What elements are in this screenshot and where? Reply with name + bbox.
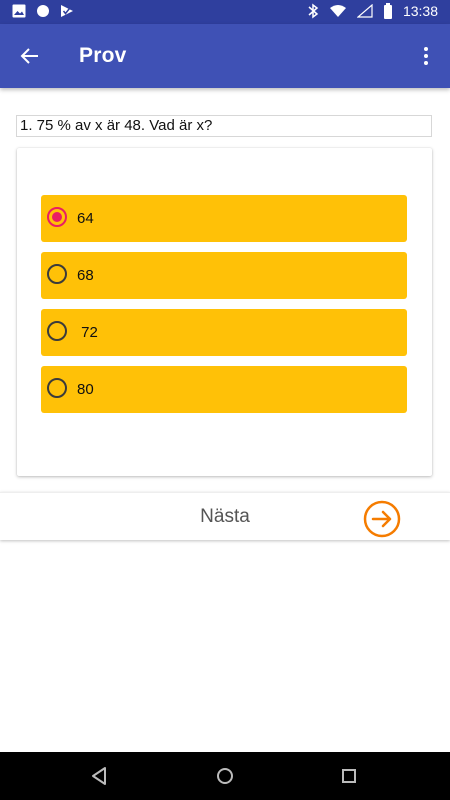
back-triangle-icon[interactable] (88, 764, 112, 788)
radio-button[interactable] (47, 264, 67, 284)
status-time: 13:38 (402, 3, 438, 19)
battery-icon (383, 3, 392, 19)
status-right: 13:38 (307, 3, 438, 19)
option-64[interactable]: 64 (41, 195, 407, 242)
option-80[interactable]: 80 (41, 366, 407, 413)
more-vert-icon (424, 47, 428, 65)
overflow-menu-button[interactable] (410, 40, 442, 72)
option-label: 80 (77, 381, 94, 398)
signal-icon (356, 4, 373, 18)
answer-card: 64 68 72 80 (17, 148, 432, 476)
back-button[interactable] (14, 40, 46, 72)
app-bar: Prov (0, 24, 450, 88)
home-circle-icon[interactable] (213, 764, 237, 788)
arrow-forward-circle-icon[interactable] (363, 500, 401, 538)
next-bar: Nästa (0, 492, 450, 540)
system-nav-bar (0, 752, 450, 800)
radio-button[interactable] (47, 207, 67, 227)
option-72[interactable]: 72 (41, 309, 407, 356)
status-left (12, 4, 74, 18)
page-title: Prov (79, 44, 127, 67)
radio-button[interactable] (47, 321, 67, 341)
arrow-back-icon (20, 48, 38, 64)
option-label: 72 (77, 324, 98, 341)
recents-square-icon[interactable] (337, 764, 361, 788)
option-68[interactable]: 68 (41, 252, 407, 299)
question-text: 1. 75 % av x är 48. Vad är x? (16, 115, 432, 137)
image-icon (12, 4, 26, 18)
bluetooth-icon (308, 3, 319, 19)
option-label: 68 (77, 267, 94, 284)
wifi-icon (329, 5, 346, 17)
radio-button[interactable] (47, 378, 67, 398)
option-label: 64 (77, 210, 94, 227)
status-bar: 13:38 (0, 0, 450, 24)
play-check-icon (61, 5, 73, 17)
circle-icon (37, 5, 49, 17)
